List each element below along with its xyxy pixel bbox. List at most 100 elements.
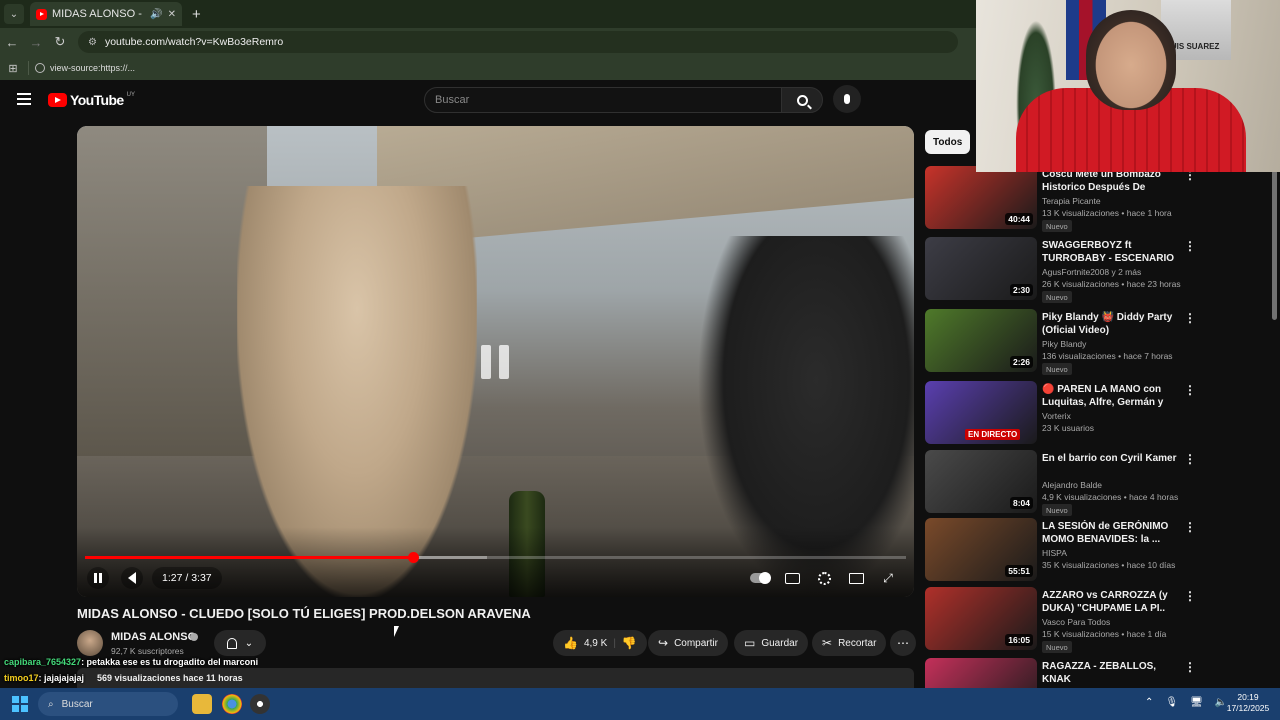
taskbar-search-label: Buscar xyxy=(61,698,93,710)
fullscreen-button[interactable]: ⤢ xyxy=(878,569,898,587)
chat-text: : petakka ese es tu drogadito del marcon… xyxy=(81,657,259,667)
save-button[interactable]: ▭ Guardar xyxy=(734,630,809,656)
video-title: MIDAS ALONSO - CLUEDO [SOLO TÚ ELIGES] P… xyxy=(77,606,531,621)
url-field[interactable]: ⚙ youtube.com/watch?v=KwBo3eRemro xyxy=(78,31,958,53)
network-icon[interactable]: 🖥 xyxy=(1190,697,1203,708)
recommended-video[interactable]: 40:44 Coscu Mete un Bombazo Historico Des… xyxy=(925,166,1196,232)
more-options-icon[interactable]: ⋮ xyxy=(1184,589,1196,603)
recommended-channel[interactable]: Vorterix xyxy=(1042,411,1071,421)
apps-grid-icon[interactable]: ⊞ xyxy=(0,62,26,75)
tab-list-chevron-icon[interactable]: ⌄ xyxy=(4,4,24,24)
recommended-meta: 136 visualizaciones • hace 7 horas xyxy=(1042,351,1173,361)
hamburger-menu-icon[interactable] xyxy=(17,93,31,105)
recommended-channel[interactable]: AgusFortnite2008 y 2 más xyxy=(1042,267,1141,277)
fullscreen-icon: ⤢ xyxy=(883,570,893,585)
recommended-channel[interactable]: Vasco Para Todos xyxy=(1042,617,1110,627)
recommended-video[interactable]: 2:30 SWAGGERBOYZ ft TURROBABY - ESCENARIO… xyxy=(925,237,1196,303)
more-options-icon[interactable]: ⋮ xyxy=(1184,520,1196,534)
search-button[interactable] xyxy=(781,87,823,113)
recommended-title[interactable]: LA SESIÓN de GERÓNIMO MOMO BENAVIDES: la… xyxy=(1042,520,1180,546)
taskbar-search[interactable]: ⌕ Buscar xyxy=(38,692,178,716)
sidebar-scrollbar[interactable] xyxy=(1272,170,1277,320)
search-input[interactable]: Buscar xyxy=(424,87,782,113)
youtube-logo[interactable]: YouTube UY xyxy=(48,92,135,108)
channel-name[interactable]: MIDAS ALONSO xyxy=(111,631,196,643)
bookmark-item[interactable]: view-source:https://... xyxy=(50,63,135,73)
reload-icon[interactable]: ↻ xyxy=(48,34,72,50)
new-badge: Nuevo xyxy=(1042,220,1072,232)
recommended-video[interactable]: 2:26 Piky Blandy 👹 Diddy Party (Oficial V… xyxy=(925,309,1196,375)
recommended-channel[interactable]: Piky Blandy xyxy=(1042,339,1086,349)
autoplay-toggle[interactable] xyxy=(750,569,771,587)
channel-label: Alejandro Balde xyxy=(1042,480,1103,490)
chrome-icon[interactable] xyxy=(222,694,242,714)
video-thumbnail[interactable]: 2:26 xyxy=(925,309,1037,372)
subtitles-button[interactable] xyxy=(782,569,802,587)
speaker-icon[interactable]: 🔊 xyxy=(150,9,162,20)
recommended-video[interactable]: EN DIRECTO 🔴 PAREN LA MANO con Luquitas, … xyxy=(925,381,1196,445)
more-options-icon[interactable]: ⋮ xyxy=(1184,311,1196,325)
video-thumbnail[interactable]: 2:30 xyxy=(925,237,1037,300)
close-tab-icon[interactable]: ✕ xyxy=(168,9,176,20)
clip-button[interactable]: ✂ Recortar xyxy=(812,630,887,656)
like-divider: | xyxy=(613,637,616,649)
settings-button[interactable] xyxy=(814,569,834,587)
recommended-channel[interactable]: Terapia Picante xyxy=(1042,196,1101,206)
taskbar-clock[interactable]: 20:19 17/12/2025 xyxy=(1222,692,1274,714)
more-options-icon[interactable]: ⋮ xyxy=(1184,660,1196,674)
webcam-overlay: LUIS SUAREZ xyxy=(976,0,1280,172)
share-button[interactable]: ↪ Compartir xyxy=(648,630,728,656)
obs-icon[interactable] xyxy=(250,694,270,714)
notifications-button[interactable]: ⌄ xyxy=(214,630,266,656)
browser-tab[interactable]: MIDAS ALONSO - CLUEDO 🔊 ✕ xyxy=(30,2,182,26)
paused-overlay-icon[interactable] xyxy=(463,330,527,394)
play-button[interactable] xyxy=(87,567,109,589)
like-count: 4,9 K xyxy=(583,637,608,649)
live-badge: EN DIRECTO xyxy=(965,429,1021,440)
back-icon[interactable]: ← xyxy=(0,35,24,50)
theater-mode-button[interactable] xyxy=(846,569,866,587)
video-thumbnail[interactable]: 8:04 xyxy=(925,450,1037,513)
volume-button[interactable] xyxy=(121,567,143,589)
recommended-title[interactable]: RAGAZZA - ZEBALLOS, KNAK xyxy=(1042,660,1180,686)
more-options-icon[interactable]: ⋮ xyxy=(1184,383,1196,397)
recommended-title[interactable]: 🔴 PAREN LA MANO con Luquitas, Alfre, Ger… xyxy=(1042,383,1180,409)
verified-icon xyxy=(190,633,198,641)
more-options-icon[interactable]: ⋮ xyxy=(1184,239,1196,253)
channel-label: AgusFortnite2008 xyxy=(1042,267,1110,277)
video-thumbnail[interactable]: EN DIRECTO xyxy=(925,381,1037,444)
recommended-title[interactable]: En el barrio con Cyril Kamer xyxy=(1042,452,1180,465)
more-options-icon[interactable]: ⋮ xyxy=(1184,452,1196,466)
microphone-tray-icon[interactable]: 🎙 xyxy=(1165,697,1178,708)
video-thumbnail[interactable]: 40:44 xyxy=(925,166,1037,229)
progress-bar[interactable] xyxy=(85,552,906,563)
forward-icon[interactable]: → xyxy=(24,35,48,50)
recommended-title[interactable]: AZZARO vs CARROZZA (y DUKA) "CHUPAME LA … xyxy=(1042,589,1180,615)
like-button[interactable]: 👍 4,9 K | 👎 xyxy=(553,630,647,656)
video-thumbnail[interactable]: 55:51 xyxy=(925,518,1037,581)
recommended-meta: 15 K visualizaciones • hace 1 día xyxy=(1042,629,1167,639)
chevron-up-icon[interactable]: ⌃ xyxy=(1145,697,1153,708)
recommended-video[interactable]: 8:04 En el barrio con Cyril Kamer Alejandr… xyxy=(925,450,1196,516)
recommended-video[interactable]: 16:05 AZZARO vs CARROZZA (y DUKA) "CHUPAM… xyxy=(925,587,1196,653)
recommended-title[interactable]: SWAGGERBOYZ ft TURROBABY - ESCENARIO (Vi… xyxy=(1042,239,1180,265)
more-actions-button[interactable]: ⋯ xyxy=(890,630,916,656)
new-tab-button[interactable]: + xyxy=(192,6,201,23)
youtube-wordmark: YouTube xyxy=(70,92,124,108)
browser-tab-bar: ⌄ MIDAS ALONSO - CLUEDO 🔊 ✕ + xyxy=(0,0,976,28)
microphone-icon xyxy=(844,94,850,104)
recommended-channel[interactable]: HISPA xyxy=(1042,548,1067,558)
recommended-meta: 4,9 K visualizaciones • hace 4 horas xyxy=(1042,492,1179,502)
windows-start-icon[interactable] xyxy=(12,696,28,712)
recommended-channel[interactable]: Alejandro Balde xyxy=(1042,480,1102,490)
video-thumbnail[interactable]: 16:05 xyxy=(925,587,1037,650)
site-info-icon[interactable]: ⚙ xyxy=(88,37,97,48)
voice-search-button[interactable] xyxy=(833,85,861,113)
thumbs-down-icon[interactable]: 👎 xyxy=(622,636,637,650)
video-player[interactable]: 1:27 / 3:37 ⤢ xyxy=(77,126,914,597)
recommended-title[interactable]: Piky Blandy 👹 Diddy Party (Oficial Video… xyxy=(1042,311,1180,337)
channel-avatar[interactable] xyxy=(77,630,103,656)
file-explorer-icon[interactable] xyxy=(192,694,212,714)
recommended-video[interactable]: 55:51 LA SESIÓN de GERÓNIMO MOMO BENAVIDE… xyxy=(925,518,1196,582)
filter-chip-all[interactable]: Todos xyxy=(925,130,971,154)
